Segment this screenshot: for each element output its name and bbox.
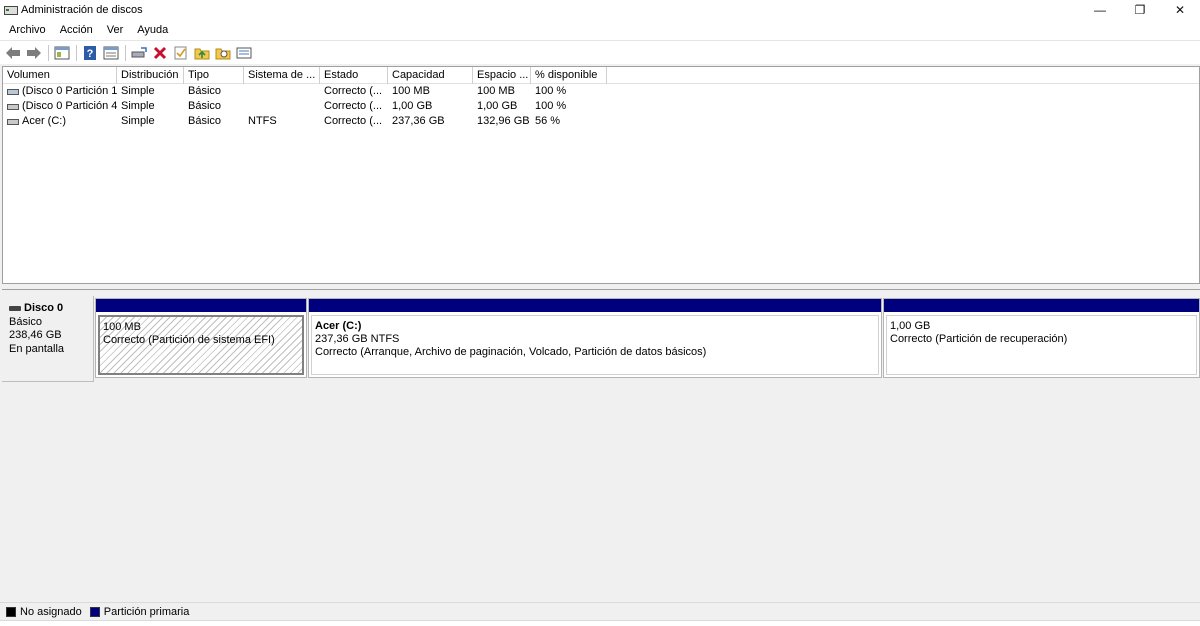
- legend-swatch-unallocated: [6, 606, 16, 617]
- disk-label[interactable]: Disco 0 Básico 238,46 GB En pantalla: [2, 296, 94, 382]
- toolbar: ?: [0, 40, 1200, 64]
- column-header-distribucion[interactable]: Distribución: [117, 67, 184, 84]
- volume-free-space: 1,00 GB: [477, 100, 518, 112]
- column-header-estado[interactable]: Estado: [320, 67, 388, 84]
- menu-archivo[interactable]: Archivo: [2, 20, 53, 40]
- volume-list-header: Volumen Distribución Tipo Sistema de ...…: [3, 67, 1199, 84]
- volume-status: Correcto (...: [324, 85, 383, 97]
- search-folder-icon[interactable]: [214, 44, 232, 62]
- column-header-disponible[interactable]: % disponible: [531, 67, 607, 84]
- window-controls: — ❐ ✕: [1080, 0, 1200, 20]
- delete-icon[interactable]: [151, 44, 169, 62]
- partition-bar: [309, 299, 881, 312]
- open-folder-icon[interactable]: [193, 44, 211, 62]
- console-tree-icon[interactable]: [53, 44, 71, 62]
- column-header-tipo[interactable]: Tipo: [184, 67, 244, 84]
- partition-bar: [884, 299, 1199, 312]
- volume-filesystem: NTFS: [248, 115, 277, 127]
- volume-status: Correcto (...: [324, 100, 383, 112]
- volume-free-percent: 56 %: [535, 115, 561, 127]
- disk-name: Disco 0: [24, 302, 64, 314]
- table-row[interactable]: Acer (C:) Simple Básico NTFS Correcto (.…: [3, 114, 1199, 129]
- volume-filesystem: [244, 99, 320, 114]
- disk-management-window: Administración de discos — ❐ ✕ Archivo A…: [0, 0, 1200, 626]
- volume-filesystem: [244, 84, 320, 99]
- volume-capacity: 100 MB: [392, 85, 430, 97]
- minimize-button[interactable]: —: [1080, 0, 1120, 20]
- properties-icon[interactable]: [102, 44, 120, 62]
- volume-icon: [7, 118, 19, 125]
- menu-ver[interactable]: Ver: [100, 20, 131, 40]
- column-header-sistema[interactable]: Sistema de ...: [244, 67, 320, 84]
- volume-capacity: 237,36 GB: [392, 115, 445, 127]
- partition-size: 1,00 GB: [890, 320, 931, 332]
- volume-name: Acer (C:): [22, 115, 66, 127]
- volume-layout: Simple: [121, 100, 155, 112]
- volume-type: Básico: [188, 85, 222, 97]
- volume-icon: [7, 103, 19, 110]
- partition-recovery[interactable]: 1,00 GB Correcto (Partición de recuperac…: [883, 298, 1200, 378]
- column-header-volumen[interactable]: Volumen: [3, 67, 117, 84]
- volume-capacity: 1,00 GB: [392, 100, 433, 112]
- toolbar-separator: [48, 44, 49, 61]
- disk-size: 238,46 GB: [9, 329, 62, 341]
- help-icon[interactable]: ?: [81, 44, 99, 62]
- disk-management-icon: [4, 4, 18, 16]
- partition-size: 100 MB: [103, 321, 141, 333]
- partition-efi[interactable]: 100 MB Correcto (Partición de sistema EF…: [95, 298, 307, 378]
- partition-status: Correcto (Arranque, Archivo de paginació…: [315, 346, 707, 358]
- volume-free-percent: 100 %: [535, 85, 567, 97]
- column-header-capacidad[interactable]: Capacidad: [388, 67, 473, 84]
- volume-name: (Disco 0 Partición 4): [22, 100, 117, 112]
- forward-icon[interactable]: [25, 44, 43, 62]
- table-row[interactable]: (Disco 0 Partición 4) Simple Básico Corr…: [3, 99, 1199, 114]
- legend: No asignado Partición primaria: [0, 602, 1200, 620]
- menu-accion[interactable]: Acción: [53, 20, 100, 40]
- connect-disk-icon[interactable]: [130, 44, 148, 62]
- column-header-espacio[interactable]: Espacio ...: [473, 67, 531, 84]
- volume-layout: Simple: [121, 85, 155, 97]
- close-button[interactable]: ✕: [1160, 0, 1200, 20]
- menu-ayuda[interactable]: Ayuda: [130, 20, 175, 40]
- partition-size: 237,36 GB NTFS: [315, 333, 400, 345]
- menu-bar: Archivo Acción Ver Ayuda: [0, 20, 1200, 40]
- window-title: Administración de discos: [21, 4, 143, 16]
- table-row[interactable]: (Disco 0 Partición 1) Simple Básico Corr…: [3, 84, 1199, 99]
- toolbar-separator: [76, 44, 77, 61]
- svg-text:?: ?: [87, 48, 94, 60]
- partition-name: Acer (C:): [315, 320, 362, 332]
- disk-map: Disco 0 Básico 238,46 GB En pantalla 100…: [2, 289, 1200, 605]
- volume-free-space: 100 MB: [477, 85, 515, 97]
- disk-icon: [9, 306, 21, 312]
- legend-swatch-primary: [89, 606, 100, 617]
- volume-list: Volumen Distribución Tipo Sistema de ...…: [2, 66, 1200, 284]
- disk-status: En pantalla: [9, 342, 65, 355]
- check-icon[interactable]: [172, 44, 190, 62]
- disk-row[interactable]: Disco 0 Básico 238,46 GB En pantalla 100…: [2, 296, 1200, 382]
- partition-status: Correcto (Partición de sistema EFI): [103, 334, 275, 346]
- volume-type: Básico: [188, 115, 222, 127]
- volume-icon: [7, 88, 19, 95]
- partition-bar: [96, 299, 306, 312]
- volume-layout: Simple: [121, 115, 155, 127]
- volume-name: (Disco 0 Partición 1): [22, 85, 117, 97]
- volume-free-percent: 100 %: [535, 100, 567, 112]
- volume-type: Básico: [188, 100, 222, 112]
- legend-label-primary: Partición primaria: [103, 605, 190, 618]
- title-bar: Administración de discos — ❐ ✕: [0, 0, 1200, 20]
- volume-free-space: 132,96 GB: [477, 115, 530, 127]
- partition-status: Correcto (Partición de recuperación): [890, 333, 1068, 345]
- restore-button[interactable]: ❐: [1120, 0, 1160, 20]
- status-bar: [0, 620, 1200, 626]
- toolbar-separator: [125, 44, 126, 61]
- legend-label-unallocated: No asignado: [20, 605, 82, 618]
- disk-type: Básico: [9, 315, 43, 328]
- back-icon[interactable]: [4, 44, 22, 62]
- volume-status: Correcto (...: [324, 115, 383, 127]
- view-list-icon[interactable]: [235, 44, 253, 62]
- partition-c[interactable]: Acer (C:) 237,36 GB NTFS Correcto (Arran…: [308, 298, 882, 378]
